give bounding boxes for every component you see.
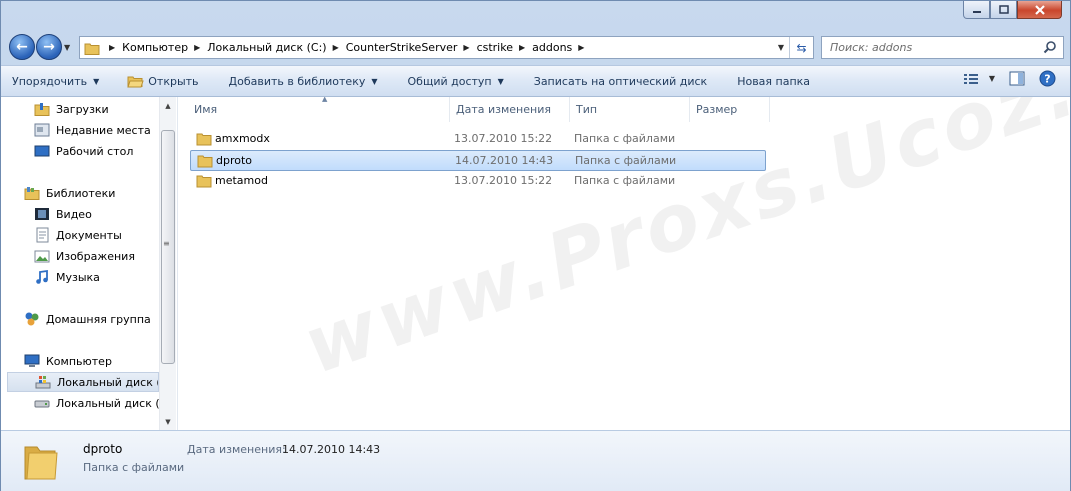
scroll-down-icon[interactable]: ▼ bbox=[160, 413, 176, 430]
breadcrumb-computer[interactable]: Компьютер ▶ bbox=[122, 41, 207, 54]
folder-icon bbox=[197, 155, 213, 168]
explorer-window: ← → ▼ ▶ Компьютер ▶ Локальный диск (C:) ▶ … bbox=[0, 0, 1071, 491]
column-header-type[interactable]: Тип bbox=[570, 97, 690, 122]
organize-button[interactable]: Упорядочить ▼ bbox=[1, 69, 111, 93]
preview-pane-icon[interactable] bbox=[1009, 71, 1025, 86]
open-button[interactable]: Открыть bbox=[111, 69, 210, 93]
documents-icon bbox=[36, 227, 49, 243]
downloads-folder-icon bbox=[34, 103, 50, 116]
svg-text:?: ? bbox=[1044, 73, 1050, 86]
large-folder-icon bbox=[24, 446, 58, 480]
sort-ascending-icon: ▲ bbox=[322, 97, 328, 103]
help-icon[interactable]: ? bbox=[1039, 70, 1056, 87]
chevron-right-icon[interactable]: ▶ bbox=[519, 43, 525, 52]
images-icon bbox=[34, 250, 50, 263]
chevron-right-icon[interactable]: ▶ bbox=[333, 43, 339, 52]
content-area: Загрузки Недавние места Рабочий стол Биб… bbox=[1, 97, 1070, 430]
details-pane: dproto Папка с файлами Дата изменения: 1… bbox=[1, 430, 1070, 491]
computer-icon bbox=[24, 354, 40, 367]
address-row: ← → ▼ ▶ Компьютер ▶ Локальный диск (C:) ▶ … bbox=[1, 31, 1071, 65]
navigation-scrollbar[interactable]: ▲ ≡ ▼ bbox=[159, 97, 176, 430]
file-list: www.Proxs.Ucoz.Ru ▲ Имя Дата изменения Т… bbox=[178, 97, 1070, 430]
back-button[interactable]: ← bbox=[9, 34, 35, 60]
add-to-library-button[interactable]: Добавить в библиотеку ▼ bbox=[211, 69, 390, 93]
maximize-button[interactable] bbox=[990, 1, 1017, 19]
folder-icon bbox=[196, 133, 212, 146]
caption-buttons bbox=[963, 1, 1062, 19]
recent-places-icon bbox=[34, 123, 50, 137]
search-input[interactable]: Поиск: addons bbox=[821, 36, 1064, 59]
refresh-icon: ⇆ bbox=[796, 40, 807, 55]
file-row-metamod[interactable]: metamod 13.07.2010 15:22 Папка с файлами bbox=[190, 171, 766, 192]
back-arrow-icon: ← bbox=[16, 39, 28, 55]
search-icon bbox=[1043, 41, 1056, 54]
address-bar[interactable]: ▶ Компьютер ▶ Локальный диск (C:) ▶ Counte… bbox=[79, 36, 814, 59]
folder-icon bbox=[84, 43, 100, 55]
recent-pages-dropdown[interactable]: ▼ bbox=[64, 43, 70, 52]
open-folder-icon bbox=[127, 76, 144, 88]
forward-arrow-icon: → bbox=[43, 39, 55, 55]
homegroup-icon bbox=[25, 312, 39, 326]
desktop-icon bbox=[34, 145, 50, 157]
system-drive-icon bbox=[35, 376, 51, 389]
drive-icon bbox=[34, 400, 50, 408]
video-icon bbox=[35, 208, 49, 220]
file-row-amxmodx[interactable]: amxmodx 13.07.2010 15:22 Папка с файлами bbox=[190, 129, 766, 150]
close-icon bbox=[1034, 4, 1045, 15]
music-icon bbox=[36, 269, 48, 284]
nav-item-disk-c[interactable]: Локальный диск (C bbox=[7, 372, 159, 392]
chevron-right-icon[interactable]: ▶ bbox=[578, 43, 584, 52]
command-bar: Упорядочить ▼ Открыть Добавить в библиоте… bbox=[1, 65, 1070, 97]
forward-button[interactable]: → bbox=[36, 34, 62, 60]
libraries-icon bbox=[24, 187, 40, 200]
chevron-right-icon[interactable]: ▶ bbox=[463, 43, 469, 52]
chevron-down-icon: ▼ bbox=[371, 76, 378, 86]
breadcrumb-counterstrikeserver[interactable]: CounterStrikeServer ▶ bbox=[346, 41, 477, 54]
breadcrumb-disk-c[interactable]: Локальный диск (C:) ▶ bbox=[207, 41, 346, 54]
file-row-dproto[interactable]: dproto 14.07.2010 14:43 Папка с файлами bbox=[190, 150, 766, 171]
navigation-pane: Загрузки Недавние места Рабочий стол Биб… bbox=[1, 97, 178, 430]
burn-button[interactable]: Записать на оптический диск bbox=[516, 69, 719, 93]
scroll-up-icon[interactable]: ▲ bbox=[160, 97, 176, 114]
maximize-icon bbox=[998, 5, 1009, 14]
column-header-date[interactable]: Дата изменения bbox=[450, 97, 570, 122]
view-options-button[interactable]: ▼ bbox=[963, 72, 995, 86]
breadcrumb-addons[interactable]: addons ▶ bbox=[532, 41, 591, 54]
folder-icon bbox=[196, 175, 212, 188]
refresh-button[interactable]: ⇆ bbox=[789, 37, 813, 58]
chevron-down-icon: ▼ bbox=[93, 76, 100, 86]
share-button[interactable]: Общий доступ ▼ bbox=[390, 69, 516, 93]
scrollbar-grip-icon: ≡ bbox=[163, 239, 170, 248]
breadcrumb-cstrike[interactable]: cstrike ▶ bbox=[477, 41, 533, 54]
chevron-down-icon: ▼ bbox=[988, 74, 995, 83]
address-history-dropdown[interactable]: ▼ bbox=[773, 37, 789, 58]
chevron-right-icon[interactable]: ▶ bbox=[109, 43, 115, 52]
chevron-right-icon[interactable]: ▶ bbox=[194, 43, 200, 52]
chevron-down-icon: ▼ bbox=[497, 76, 504, 86]
column-header-name[interactable]: ▲ Имя bbox=[188, 97, 450, 122]
close-button[interactable] bbox=[1017, 1, 1062, 19]
new-folder-button[interactable]: Новая папка bbox=[719, 69, 822, 93]
column-header-size[interactable]: Размер bbox=[690, 97, 770, 122]
minimize-button[interactable] bbox=[963, 1, 990, 19]
minimize-icon bbox=[972, 10, 981, 13]
view-list-icon bbox=[963, 73, 978, 84]
